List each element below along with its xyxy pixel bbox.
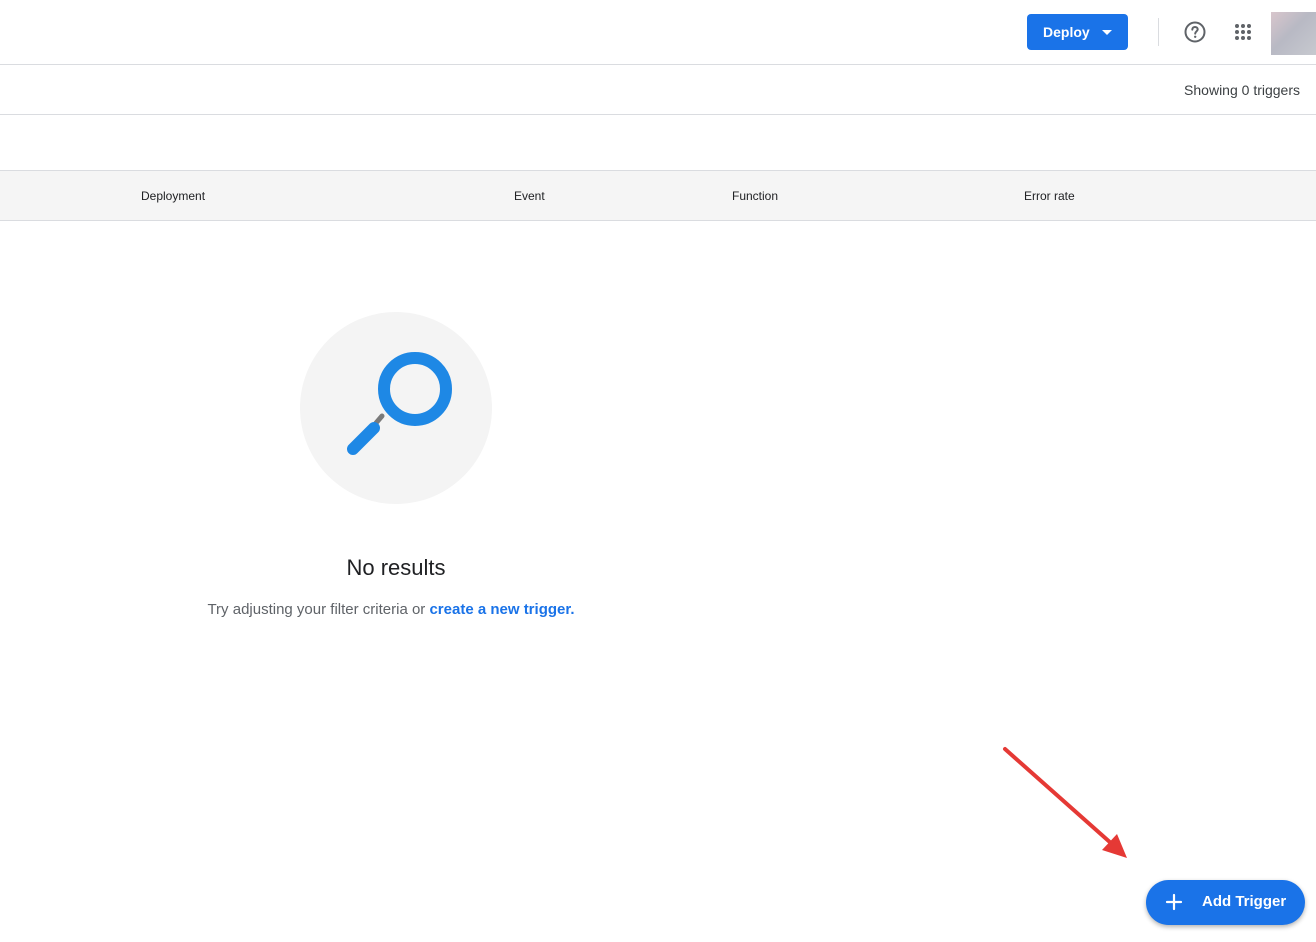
column-header-event[interactable]: Event — [514, 188, 545, 204]
plus-icon — [1165, 893, 1183, 911]
dropdown-caret-icon[interactable] — [1102, 30, 1112, 35]
account-avatar[interactable] — [1271, 12, 1316, 55]
apps-grid-icon[interactable] — [1231, 20, 1255, 44]
column-header-error-rate[interactable]: Error rate — [1024, 188, 1075, 204]
add-trigger-button[interactable]: Add Trigger — [1146, 880, 1305, 925]
showing-count: Showing 0 triggers — [1184, 82, 1300, 98]
empty-state-hint: Try adjusting your filter criteria or cr… — [0, 600, 782, 620]
add-trigger-label: Add Trigger — [1202, 893, 1287, 910]
top-bar: Deploy — [0, 0, 1316, 65]
empty-state-title: No results — [346, 555, 446, 580]
annotation-arrow — [1003, 747, 1127, 858]
column-header-deployment[interactable]: Deployment — [141, 188, 205, 204]
results-toolbar: Showing 0 triggers — [0, 65, 1316, 115]
create-trigger-link[interactable]: create a new trigger. — [429, 601, 574, 618]
toolbar-divider — [1158, 18, 1159, 46]
column-header-function[interactable]: Function — [732, 188, 778, 204]
deploy-button-label: Deploy — [1043, 24, 1090, 40]
magnifier-icon — [347, 352, 452, 455]
table-header: Deployment Event Function Error rate — [0, 170, 1316, 221]
deploy-button[interactable]: Deploy — [1027, 14, 1128, 50]
help-icon[interactable] — [1183, 20, 1207, 44]
hint-text: Try adjusting your filter criteria or — [207, 601, 430, 618]
